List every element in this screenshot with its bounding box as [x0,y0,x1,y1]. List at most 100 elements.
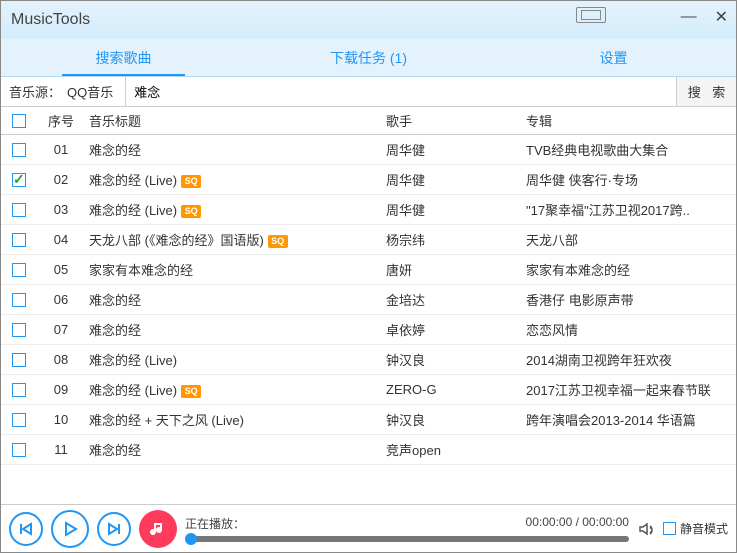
row-checkbox[interactable] [12,383,26,397]
table-row[interactable]: 01难念的经周华健TVB经典电视歌曲大集合 [1,135,736,165]
row-artist: ZERO-G [386,382,526,397]
row-num: 03 [37,202,85,217]
titlebar: MusicTools — ✕ [1,1,736,39]
header-num: 序号 [37,111,85,130]
row-title: 家家有本难念的经 [85,260,386,279]
row-checkbox[interactable] [12,203,26,217]
tab-search[interactable]: 搜索歌曲 [1,39,246,76]
table-row[interactable]: 11难念的经竞声open [1,435,736,465]
source-label: 音乐源： [1,82,67,101]
table-row[interactable]: 03难念的经 (Live)SQ周华健"17聚幸福"江苏卫视2017跨.. [1,195,736,225]
row-artist: 周华健 [386,140,526,159]
row-artist: 卓依婷 [386,320,526,339]
row-num: 11 [37,442,85,457]
row-checkbox[interactable] [12,413,26,427]
row-num: 01 [37,142,85,157]
next-button[interactable] [97,512,131,546]
row-album: 香港仔 电影原声带 [526,290,736,309]
search-input[interactable] [126,77,676,106]
keyboard-icon[interactable] [576,7,606,23]
row-checkbox[interactable] [12,173,26,187]
row-checkbox[interactable] [12,143,26,157]
row-album: 2017江苏卫视幸福一起来春节联 [526,380,736,399]
search-bar: 音乐源： QQ音乐 搜 索 [1,77,736,107]
row-title: 难念的经 (Live)SQ [85,200,386,219]
row-checkbox[interactable] [12,293,26,307]
row-title: 难念的经 [85,440,386,459]
row-title: 难念的经 [85,320,386,339]
sq-badge: SQ [181,385,201,398]
tab-settings[interactable]: 设置 [491,39,736,76]
row-artist: 钟汉良 [386,350,526,369]
mute-checkbox[interactable] [663,522,676,535]
table-row[interactable]: 02难念的经 (Live)SQ周华健周华健 侠客行·专场 [1,165,736,195]
row-title: 难念的经 (Live)SQ [85,170,386,189]
header-title: 音乐标题 [85,111,386,130]
row-album: 天龙八部 [526,230,736,249]
table-row[interactable]: 08难念的经 (Live)钟汉良2014湖南卫视跨年狂欢夜 [1,345,736,375]
progress-bar[interactable] [185,536,629,542]
tab-download[interactable]: 下载任务 (1) [246,39,491,76]
select-all-checkbox[interactable] [12,114,26,128]
row-title: 难念的经 [85,140,386,159]
row-album: 跨年演唱会2013-2014 华语篇 [526,410,736,429]
row-title: 难念的经 (Live) [85,350,386,369]
minimize-button[interactable]: — [681,8,697,26]
row-checkbox[interactable] [12,263,26,277]
sq-badge: SQ [181,205,201,218]
row-title: 难念的经 (Live)SQ [85,380,386,399]
row-checkbox[interactable] [12,323,26,337]
table-row[interactable]: 10难念的经 + 天下之风 (Live)钟汉良跨年演唱会2013-2014 华语… [1,405,736,435]
table-header: 序号 音乐标题 歌手 专辑 [1,107,736,135]
volume-icon[interactable] [637,520,655,538]
row-artist: 金培达 [386,290,526,309]
row-num: 05 [37,262,85,277]
row-checkbox[interactable] [12,443,26,457]
row-album: 恋恋风情 [526,320,736,339]
table-row[interactable]: 09难念的经 (Live)SQZERO-G2017江苏卫视幸福一起来春节联 [1,375,736,405]
tabs: 搜索歌曲 下载任务 (1) 设置 [1,39,736,77]
now-playing-label: 正在播放： [185,515,245,532]
row-album: 2014湖南卫视跨年狂欢夜 [526,350,736,369]
music-icon [139,510,177,548]
close-button[interactable]: ✕ [715,7,728,27]
search-button[interactable]: 搜 索 [676,77,736,106]
row-checkbox[interactable] [12,353,26,367]
row-num: 04 [37,232,85,247]
row-album: 家家有本难念的经 [526,260,736,279]
table-row[interactable]: 04天龙八部 (《难念的经》国语版)SQ杨宗纬天龙八部 [1,225,736,255]
table-row[interactable]: 07难念的经卓依婷恋恋风情 [1,315,736,345]
table-row[interactable]: 06难念的经金培达香港仔 电影原声带 [1,285,736,315]
row-title: 难念的经 [85,290,386,309]
player-bar: 正在播放： 00:00:00 / 00:00:00 静音模式 [1,504,736,552]
row-artist: 杨宗纬 [386,230,526,249]
row-checkbox[interactable] [12,233,26,247]
row-artist: 竞声open [386,440,526,459]
source-value[interactable]: QQ音乐 [67,77,126,106]
sq-badge: SQ [181,175,201,188]
row-num: 06 [37,292,85,307]
table-body: 01难念的经周华健TVB经典电视歌曲大集合02难念的经 (Live)SQ周华健周… [1,135,736,504]
row-artist: 唐妍 [386,260,526,279]
row-num: 08 [37,352,85,367]
row-title: 天龙八部 (《难念的经》国语版)SQ [85,230,386,249]
time-display: 00:00:00 / 00:00:00 [526,515,629,532]
play-button[interactable] [51,510,89,548]
row-num: 07 [37,322,85,337]
app-title: MusicTools [11,11,90,29]
table-row[interactable]: 05家家有本难念的经唐妍家家有本难念的经 [1,255,736,285]
row-album: "17聚幸福"江苏卫视2017跨.. [526,200,736,219]
row-title: 难念的经 + 天下之风 (Live) [85,410,386,429]
prev-button[interactable] [9,512,43,546]
row-num: 02 [37,172,85,187]
row-album: 周华健 侠客行·专场 [526,170,736,189]
sq-badge: SQ [268,235,288,248]
row-album: TVB经典电视歌曲大集合 [526,140,736,159]
row-artist: 钟汉良 [386,410,526,429]
row-num: 10 [37,412,85,427]
header-artist: 歌手 [386,111,526,130]
row-num: 09 [37,382,85,397]
header-album: 专辑 [526,111,736,130]
row-artist: 周华健 [386,200,526,219]
mute-label: 静音模式 [680,520,728,537]
